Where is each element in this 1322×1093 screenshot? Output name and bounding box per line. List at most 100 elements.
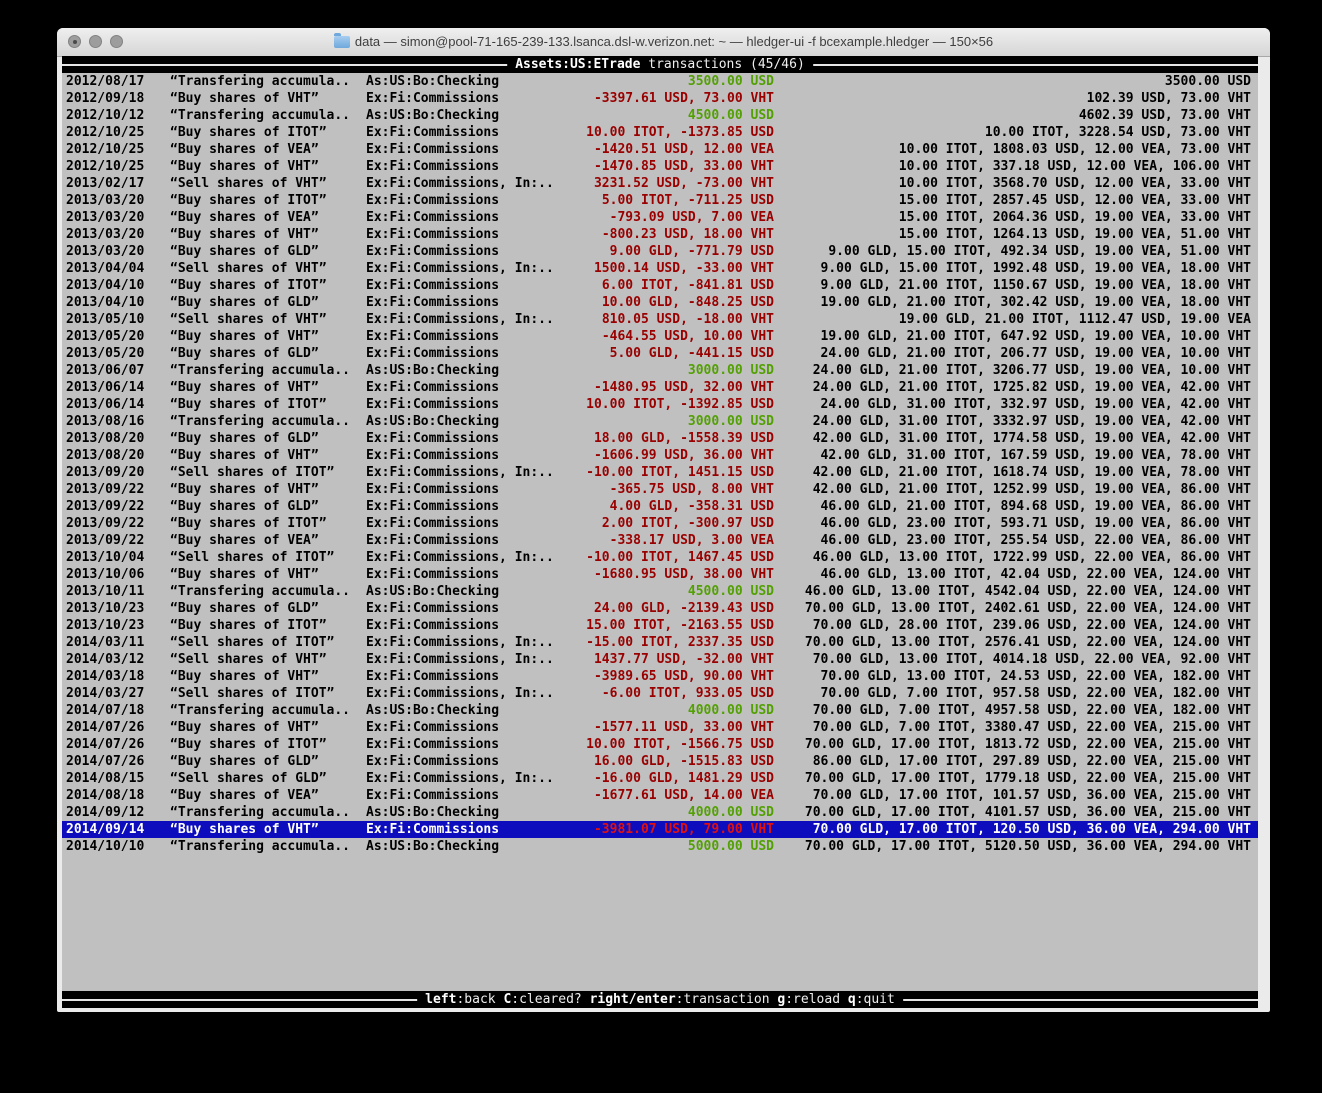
transaction-date: 2014/09/14: [66, 821, 144, 838]
transaction-row[interactable]: 2014/03/27 “Sell shares of ITOT” Ex:Fi:C…: [62, 685, 1258, 702]
transaction-change-amount: 10.00 ITOT, -1392.85 USD: [586, 396, 774, 413]
transaction-running-balance: 70.00 GLD, 7.00 ITOT, 957.58 USD, 22.00 …: [821, 685, 1251, 702]
transaction-row[interactable]: 2013/10/23 “Buy shares of GLD” Ex:Fi:Com…: [62, 600, 1258, 617]
transaction-running-balance: 19.00 GLD, 21.00 ITOT, 1112.47 USD, 19.0…: [899, 311, 1251, 328]
transaction-row[interactable]: 2012/10/25 “Buy shares of ITOT” Ex:Fi:Co…: [62, 124, 1258, 141]
transaction-change-amount: -365.75 USD, 8.00 VHT: [610, 481, 774, 498]
transaction-row[interactable]: 2013/06/07 “Transfering accumula.. As:US…: [62, 362, 1258, 379]
transaction-change-amount: 3231.52 USD, -73.00 VHT: [594, 175, 774, 192]
transaction-row[interactable]: 2013/10/04 “Sell shares of ITOT” Ex:Fi:C…: [62, 549, 1258, 566]
transaction-row[interactable]: 2014/09/14 “Buy shares of VHT” Ex:Fi:Com…: [62, 821, 1258, 838]
transaction-row[interactable]: 2013/08/16 “Transfering accumula.. As:US…: [62, 413, 1258, 430]
transaction-date: 2012/10/25: [66, 158, 144, 175]
transaction-running-balance: 24.00 GLD, 21.00 ITOT, 1725.82 USD, 19.0…: [813, 379, 1251, 396]
transaction-row[interactable]: 2014/07/18 “Transfering accumula.. As:US…: [62, 702, 1258, 719]
hint-key: g: [777, 992, 785, 1007]
transaction-description: “Sell shares of VHT”: [170, 311, 327, 328]
transaction-row[interactable]: 2013/10/06 “Buy shares of VHT” Ex:Fi:Com…: [62, 566, 1258, 583]
transaction-row[interactable]: 2013/08/20 “Buy shares of VHT” Ex:Fi:Com…: [62, 447, 1258, 464]
transaction-row[interactable]: 2013/04/04 “Sell shares of VHT” Ex:Fi:Co…: [62, 260, 1258, 277]
transaction-row[interactable]: 2013/05/10 “Sell shares of VHT” Ex:Fi:Co…: [62, 311, 1258, 328]
transaction-date: 2013/03/20: [66, 226, 144, 243]
transaction-description: “Transfering accumula..: [170, 702, 350, 719]
transaction-other-accounts: Ex:Fi:Commissions: [366, 345, 499, 362]
transaction-row[interactable]: 2013/02/17 “Sell shares of VHT” Ex:Fi:Co…: [62, 175, 1258, 192]
transaction-date: 2013/04/10: [66, 294, 144, 311]
transaction-other-accounts: Ex:Fi:Commissions: [366, 396, 499, 413]
transaction-running-balance: 24.00 GLD, 31.00 ITOT, 3332.97 USD, 19.0…: [813, 413, 1251, 430]
transaction-row[interactable]: 2014/07/26 “Buy shares of VHT” Ex:Fi:Com…: [62, 719, 1258, 736]
transaction-description: “Buy shares of GLD”: [170, 753, 319, 770]
transaction-row[interactable]: 2013/09/20 “Sell shares of ITOT” Ex:Fi:C…: [62, 464, 1258, 481]
transaction-date: 2013/04/04: [66, 260, 144, 277]
transaction-row[interactable]: 2014/10/10 “Transfering accumula.. As:US…: [62, 838, 1258, 855]
transaction-other-accounts: Ex:Fi:Commissions: [366, 617, 499, 634]
transaction-row[interactable]: 2014/03/12 “Sell shares of VHT” Ex:Fi:Co…: [62, 651, 1258, 668]
transaction-running-balance: 9.00 GLD, 15.00 ITOT, 1992.48 USD, 19.00…: [821, 260, 1251, 277]
transaction-row[interactable]: 2014/09/12 “Transfering accumula.. As:US…: [62, 804, 1258, 821]
transaction-description: “Sell shares of ITOT”: [170, 464, 334, 481]
transaction-row[interactable]: 2014/07/26 “Buy shares of ITOT” Ex:Fi:Co…: [62, 736, 1258, 753]
transaction-description: “Buy shares of VHT”: [170, 821, 319, 838]
transaction-row[interactable]: 2013/03/20 “Buy shares of VHT” Ex:Fi:Com…: [62, 226, 1258, 243]
transaction-row[interactable]: 2014/08/18 “Buy shares of VEA” Ex:Fi:Com…: [62, 787, 1258, 804]
transaction-description: “Sell shares of VHT”: [170, 175, 327, 192]
transaction-row[interactable]: 2014/07/26 “Buy shares of GLD” Ex:Fi:Com…: [62, 753, 1258, 770]
transaction-running-balance: 42.00 GLD, 31.00 ITOT, 1774.58 USD, 19.0…: [813, 430, 1251, 447]
transaction-row[interactable]: 2013/04/10 “Buy shares of GLD” Ex:Fi:Com…: [62, 294, 1258, 311]
transaction-running-balance: 19.00 GLD, 21.00 ITOT, 302.42 USD, 19.00…: [821, 294, 1251, 311]
hint-key: C: [503, 992, 511, 1007]
transaction-running-balance: 19.00 GLD, 21.00 ITOT, 647.92 USD, 19.00…: [821, 328, 1251, 345]
transaction-other-accounts: As:US:Bo:Checking: [366, 804, 499, 821]
transaction-date: 2013/09/20: [66, 464, 144, 481]
transaction-row[interactable]: 2013/03/20 “Buy shares of ITOT” Ex:Fi:Co…: [62, 192, 1258, 209]
transaction-running-balance: 42.00 GLD, 21.00 ITOT, 1252.99 USD, 19.0…: [813, 481, 1251, 498]
transaction-running-balance: 70.00 GLD, 17.00 ITOT, 1779.18 USD, 22.0…: [805, 770, 1251, 787]
transaction-row[interactable]: 2013/06/14 “Buy shares of VHT” Ex:Fi:Com…: [62, 379, 1258, 396]
transaction-row[interactable]: 2013/09/22 “Buy shares of VEA” Ex:Fi:Com…: [62, 532, 1258, 549]
transaction-description: “Buy shares of VHT”: [170, 481, 319, 498]
transaction-row[interactable]: 2012/10/12 “Transfering accumula.. As:US…: [62, 107, 1258, 124]
transaction-row[interactable]: 2013/08/20 “Buy shares of GLD” Ex:Fi:Com…: [62, 430, 1258, 447]
transaction-row[interactable]: 2013/09/22 “Buy shares of ITOT” Ex:Fi:Co…: [62, 515, 1258, 532]
transaction-other-accounts: Ex:Fi:Commissions: [366, 515, 499, 532]
register-header-bar: Assets:US:ETrade transactions (45/46): [62, 56, 1258, 73]
transaction-row[interactable]: 2013/03/20 “Buy shares of GLD” Ex:Fi:Com…: [62, 243, 1258, 260]
transaction-row[interactable]: 2013/10/23 “Buy shares of ITOT” Ex:Fi:Co…: [62, 617, 1258, 634]
transaction-row[interactable]: 2013/04/10 “Buy shares of ITOT” Ex:Fi:Co…: [62, 277, 1258, 294]
transaction-row[interactable]: 2012/10/25 “Buy shares of VEA” Ex:Fi:Com…: [62, 141, 1258, 158]
transaction-row[interactable]: 2013/09/22 “Buy shares of VHT” Ex:Fi:Com…: [62, 481, 1258, 498]
transaction-description: “Sell shares of ITOT”: [170, 634, 334, 651]
transaction-running-balance: 70.00 GLD, 13.00 ITOT, 24.53 USD, 22.00 …: [821, 668, 1251, 685]
transaction-row[interactable]: 2012/08/17 “Transfering accumula.. As:US…: [62, 73, 1258, 90]
register-rows: 2012/08/17 “Transfering accumula.. As:US…: [62, 73, 1258, 855]
window-titlebar[interactable]: data — simon@pool-71-165-239-133.lsanca.…: [57, 28, 1270, 57]
transaction-description: “Buy shares of VHT”: [170, 90, 319, 107]
transaction-row[interactable]: 2013/10/11 “Transfering accumula.. As:US…: [62, 583, 1258, 600]
transaction-running-balance: 46.00 GLD, 13.00 ITOT, 4542.04 USD, 22.0…: [805, 583, 1251, 600]
transaction-description: “Transfering accumula..: [170, 73, 350, 90]
transaction-row[interactable]: 2014/03/11 “Sell shares of ITOT” Ex:Fi:C…: [62, 634, 1258, 651]
transaction-row[interactable]: 2014/08/15 “Sell shares of GLD” Ex:Fi:Co…: [62, 770, 1258, 787]
transaction-row[interactable]: 2013/05/20 “Buy shares of GLD” Ex:Fi:Com…: [62, 345, 1258, 362]
transaction-row[interactable]: 2013/05/20 “Buy shares of VHT” Ex:Fi:Com…: [62, 328, 1258, 345]
transaction-row[interactable]: 2012/09/18 “Buy shares of VHT” Ex:Fi:Com…: [62, 90, 1258, 107]
transaction-row[interactable]: 2013/06/14 “Buy shares of ITOT” Ex:Fi:Co…: [62, 396, 1258, 413]
transaction-date: 2013/06/14: [66, 396, 144, 413]
transaction-row[interactable]: 2012/10/25 “Buy shares of VHT” Ex:Fi:Com…: [62, 158, 1258, 175]
transaction-other-accounts: As:US:Bo:Checking: [366, 583, 499, 600]
transaction-running-balance: 15.00 ITOT, 2857.45 USD, 12.00 VEA, 33.0…: [899, 192, 1251, 209]
transaction-description: “Sell shares of ITOT”: [170, 549, 334, 566]
transaction-date: 2013/03/20: [66, 243, 144, 260]
transaction-other-accounts: Ex:Fi:Commissions: [366, 277, 499, 294]
transaction-other-accounts: Ex:Fi:Commissions, In:..: [366, 651, 554, 668]
transaction-change-amount: -1680.95 USD, 38.00 VHT: [594, 566, 774, 583]
transaction-row[interactable]: 2013/03/20 “Buy shares of VEA” Ex:Fi:Com…: [62, 209, 1258, 226]
transaction-row[interactable]: 2013/09/22 “Buy shares of GLD” Ex:Fi:Com…: [62, 498, 1258, 515]
transaction-change-amount: 6.00 ITOT, -841.81 USD: [602, 277, 774, 294]
transaction-change-amount: -3981.07 USD, 79.00 VHT: [594, 821, 774, 838]
transaction-change-amount: 2.00 ITOT, -300.97 USD: [602, 515, 774, 532]
transaction-row[interactable]: 2014/03/18 “Buy shares of VHT” Ex:Fi:Com…: [62, 668, 1258, 685]
transaction-date: 2013/10/11: [66, 583, 144, 600]
transaction-description: “Buy shares of VEA”: [170, 532, 319, 549]
